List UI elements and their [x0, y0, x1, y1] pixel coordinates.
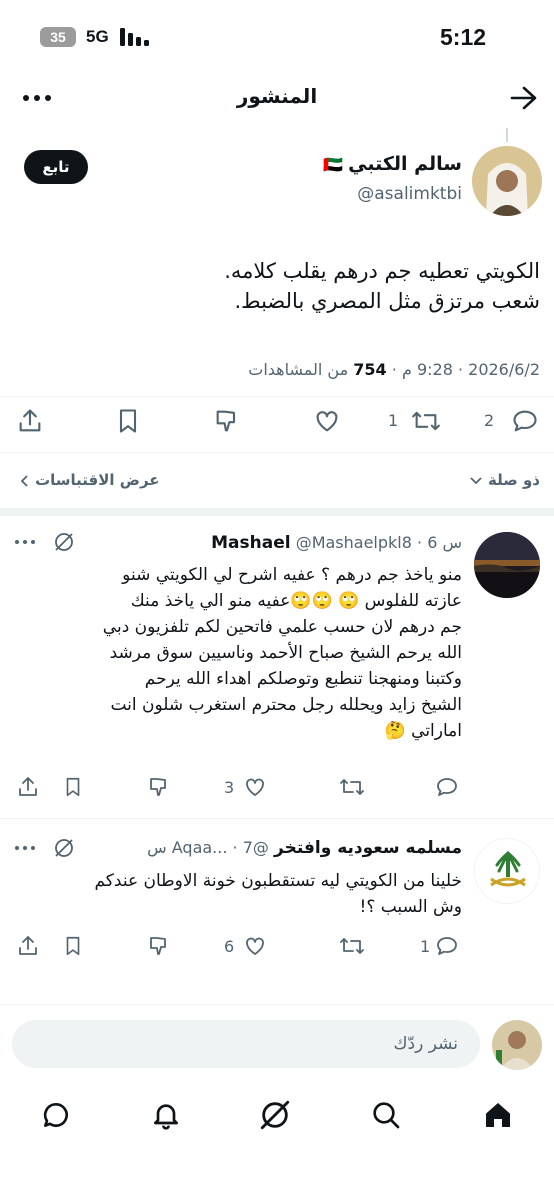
- author-avatar[interactable]: [472, 146, 542, 216]
- uae-flag-icon: 🇦🇪: [323, 155, 343, 174]
- grok-icon[interactable]: [14, 838, 78, 858]
- reply-count: 1: [420, 937, 431, 956]
- thread-connector: [506, 128, 508, 142]
- reply-icon[interactable]: [434, 775, 460, 799]
- reply-icon[interactable]: [434, 934, 460, 958]
- views-count[interactable]: 754: [353, 360, 386, 379]
- reply-text-line: وكتبنا ومنهجنا تنطبع وتوصلكم اهداء الله …: [144, 669, 462, 689]
- reply-avatar[interactable]: [474, 838, 540, 904]
- my-avatar[interactable]: [492, 1020, 542, 1070]
- grok-icon[interactable]: [14, 532, 78, 552]
- divider: [0, 818, 554, 819]
- share-icon[interactable]: [16, 407, 44, 435]
- author-name-row: سالم الكتبي 🇦🇪: [200, 153, 462, 175]
- reply-text-line: اماراتي 🤔: [384, 721, 462, 741]
- reply-text-line: عازته للفلوس 🙄 🙄🙄عفيه منو الي ياخذ منك: [130, 591, 462, 611]
- relevance-dropdown[interactable]: ذو صلة: [390, 470, 540, 489]
- network-label: 5G: [86, 27, 109, 46]
- divider: [0, 396, 554, 397]
- repost-icon[interactable]: [338, 775, 366, 799]
- relevance-label: ذو صلة: [488, 471, 540, 489]
- reply-handle[interactable]: @Aqaa...: [172, 838, 269, 857]
- chevron-left-icon: [20, 474, 30, 488]
- post-meta: 2026/6/2 · 9:28 م · 754 من المشاهدات: [248, 360, 540, 379]
- view-quotes-label: عرض الاقتباسات: [35, 471, 160, 489]
- view-quotes-link[interactable]: عرض الاقتباسات: [20, 470, 160, 489]
- reply-text-line: خلينا من الكويتي ليه تستقطبون خونة الاوط…: [94, 871, 462, 891]
- dislike-icon[interactable]: [146, 934, 172, 958]
- like-count: 6: [224, 937, 235, 956]
- reply-text-line: الشيخ زايد ويحلله رجل محترم استغرب شلون …: [110, 695, 462, 715]
- reply-text-line: منو ياخذ جم درهم ؟ عفيه اشرح لي الكويتي …: [122, 565, 462, 585]
- share-icon[interactable]: [16, 934, 40, 958]
- reply-text: خلينا من الكويتي ليه تستقطبون خونة الاوط…: [28, 868, 462, 920]
- reply-avatar[interactable]: [474, 532, 540, 598]
- repost-count: 1: [388, 411, 399, 430]
- bookmark-icon[interactable]: [114, 407, 142, 435]
- share-icon[interactable]: [16, 775, 40, 799]
- reply-author-name[interactable]: مسلمه سعوديه وافتخر: [274, 838, 462, 858]
- signal-icon: [120, 28, 152, 46]
- reply-handle[interactable]: @Mashaelpkl8: [296, 533, 412, 552]
- dislike-icon[interactable]: [212, 407, 242, 435]
- post-time: 9:28 م: [401, 360, 453, 379]
- views-label: من المشاهدات: [248, 360, 349, 379]
- notifications-icon[interactable]: [150, 1099, 182, 1131]
- battery-indicator: 35: [40, 27, 76, 47]
- like-icon[interactable]: [242, 934, 268, 958]
- bookmark-icon[interactable]: [62, 934, 84, 958]
- reply-icon[interactable]: [510, 407, 540, 435]
- post-text: الكويتي تعطيه جم درهم يقلب كلامه. شعب مر…: [40, 256, 540, 316]
- divider: [0, 452, 554, 453]
- follow-button[interactable]: تابع: [24, 150, 88, 184]
- author-name[interactable]: سالم الكتبي: [348, 153, 462, 175]
- reply-count: 2: [484, 411, 495, 430]
- messages-icon[interactable]: [40, 1099, 72, 1131]
- reply-author-name[interactable]: Mashael: [211, 533, 290, 553]
- bookmark-icon[interactable]: [62, 775, 84, 799]
- reply-text: منو ياخذ جم درهم ؟ عفيه اشرح لي الكويتي …: [28, 562, 462, 744]
- like-count: 3: [224, 778, 235, 797]
- author-handle[interactable]: @asalimktbi: [300, 184, 462, 204]
- more-icon[interactable]: [22, 86, 52, 110]
- chevron-down-icon: [469, 476, 483, 486]
- like-icon[interactable]: [312, 407, 342, 435]
- repost-icon[interactable]: [410, 407, 442, 435]
- page-title: المنشور: [236, 84, 318, 108]
- grok-icon[interactable]: [258, 1098, 292, 1132]
- reply-text-line: الله يرحم الشيخ صباح الأحمد وناسيين سوق …: [109, 643, 462, 663]
- search-icon[interactable]: [370, 1099, 402, 1131]
- repost-icon[interactable]: [338, 934, 366, 958]
- post-text-line: شعب مرتزق مثل المصري بالضبط.: [234, 289, 540, 313]
- section-divider: [0, 508, 554, 516]
- divider: [0, 1004, 554, 1005]
- reply-text-line: جم درهم لان حسب علمي فاتحين لكم تلفزيون …: [102, 617, 462, 637]
- home-icon[interactable]: [482, 1099, 514, 1131]
- reply-time: 6 س: [427, 533, 462, 552]
- reply-compose-input[interactable]: نشر ردّك: [12, 1020, 480, 1068]
- like-icon[interactable]: [242, 775, 268, 799]
- post-date: 2026/6/2: [468, 360, 540, 379]
- reply-header: Mashael @Mashaelpkl8 · 6 س: [211, 533, 462, 553]
- post-text-line: الكويتي تعطيه جم درهم يقلب كلامه.: [224, 259, 540, 283]
- reply-header: مسلمه سعوديه وافتخر @Aqaa... · 7 س: [147, 838, 462, 858]
- back-arrow-icon[interactable]: [510, 85, 538, 111]
- reply-text-line: وش السبب ؟!: [359, 897, 463, 917]
- status-time: 5:12: [440, 24, 487, 50]
- dislike-icon[interactable]: [146, 775, 172, 799]
